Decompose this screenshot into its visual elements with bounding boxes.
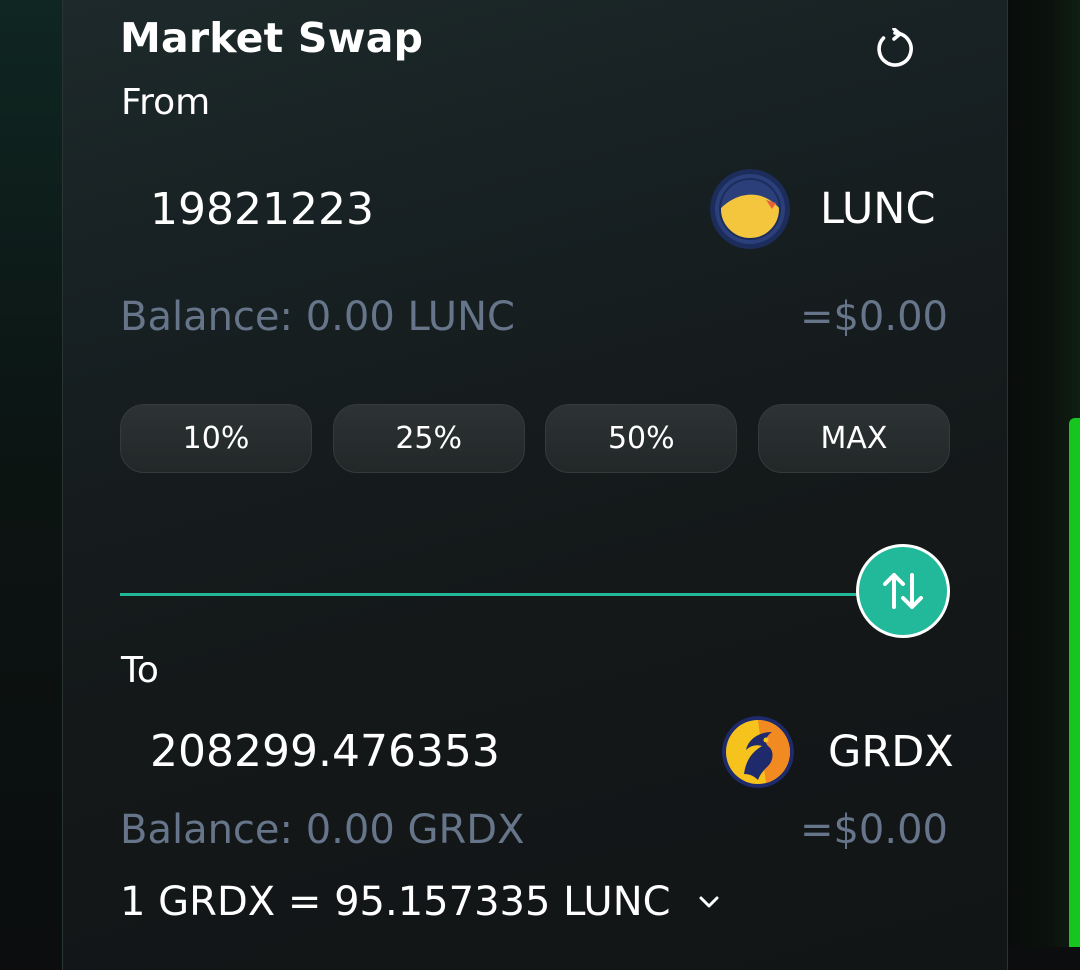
chevron-down-icon (699, 896, 719, 908)
to-amount-input[interactable] (150, 721, 670, 781)
background-left (0, 0, 62, 947)
percent-buttons: 10% 25% 50% MAX (120, 404, 950, 474)
exchange-rate-toggle[interactable]: 1 GRDX = 95.157335 LUNC (120, 872, 721, 932)
swap-arrows-icon (883, 573, 923, 609)
percent-25-button[interactable]: 25% (332, 404, 525, 473)
section-divider (120, 593, 880, 596)
page-title: Market Swap (120, 14, 424, 62)
refresh-button[interactable] (872, 26, 918, 72)
percent-50-button[interactable]: 50% (545, 404, 738, 473)
from-token-symbol: LUNC (820, 184, 936, 234)
to-token-symbol: GRDX (828, 727, 954, 777)
percent-10-button[interactable]: 10% (120, 404, 312, 473)
from-balance: Balance: 0.00 LUNC (120, 294, 515, 340)
switch-tokens-button[interactable] (856, 544, 950, 638)
to-usd-value: =$0.00 (799, 807, 948, 853)
to-balance: Balance: 0.00 GRDX (120, 807, 525, 853)
refresh-icon (877, 28, 913, 67)
scroll-indicator[interactable] (1069, 418, 1080, 947)
lunc-logo-icon (710, 169, 790, 249)
max-button[interactable]: MAX (757, 404, 950, 473)
from-token-selector[interactable]: LUNC (710, 169, 935, 249)
from-label: From (121, 82, 211, 123)
exchange-rate-text: 1 GRDX = 95.157335 LUNC (120, 879, 671, 925)
to-token-selector[interactable]: GRDX (722, 716, 954, 788)
to-label: To (121, 650, 159, 691)
grdx-logo-icon (722, 716, 794, 788)
from-usd-value: =$0.00 (799, 294, 948, 340)
from-amount-input[interactable] (150, 179, 670, 239)
